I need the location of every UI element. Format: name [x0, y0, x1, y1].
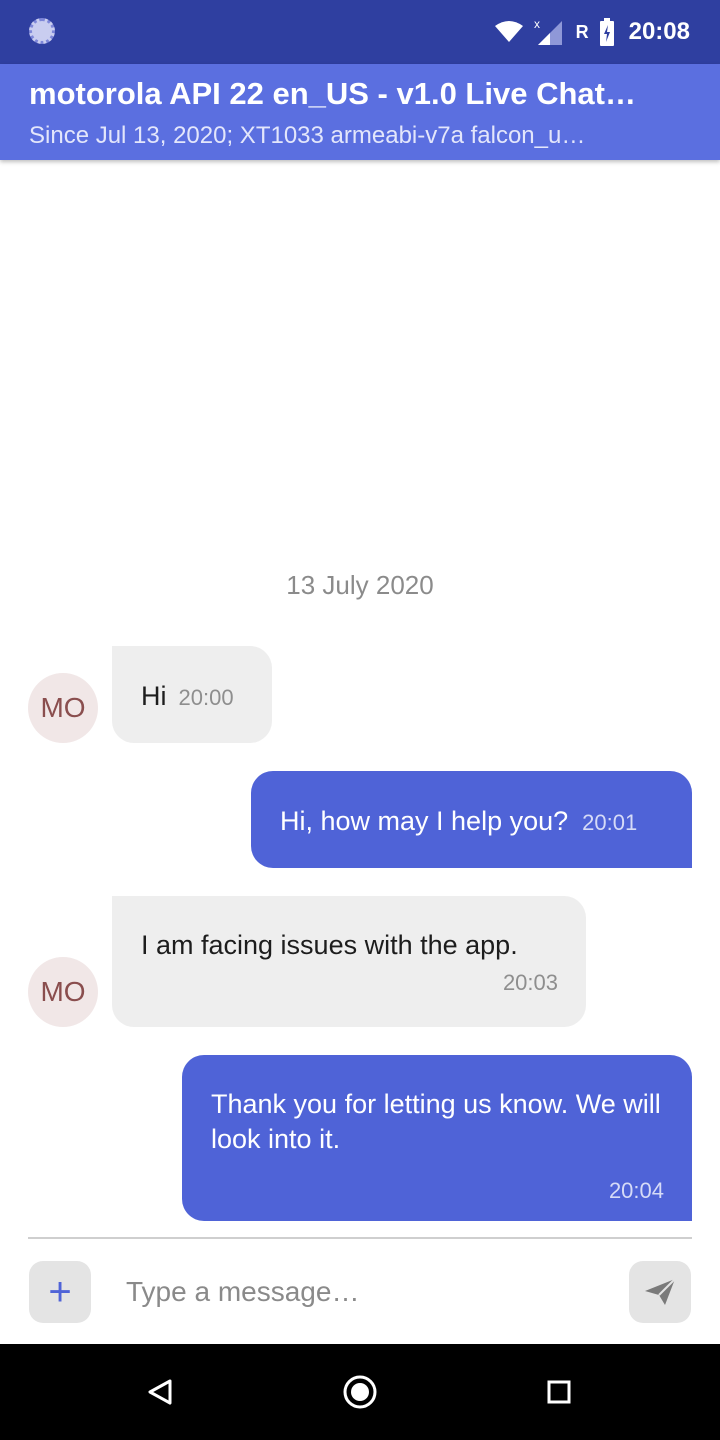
recent-apps-icon	[547, 1380, 571, 1404]
message-text: I am facing issues with the app.	[141, 930, 518, 960]
incoming-message[interactable]: Hi 20:00	[112, 646, 272, 743]
send-icon	[645, 1278, 676, 1305]
roaming-label: R	[575, 21, 589, 42]
message-input[interactable]	[126, 1268, 606, 1316]
message-text: Hi, how may I help you?	[280, 806, 569, 836]
message-time: 20:04	[608, 1178, 664, 1203]
plus-icon: +	[48, 1270, 72, 1314]
message-time: 20:03	[502, 970, 558, 995]
add-attachment-button[interactable]: +	[29, 1261, 91, 1323]
send-button[interactable]	[629, 1261, 691, 1323]
avatar[interactable]: MO	[28, 673, 98, 743]
outgoing-message[interactable]: Hi, how may I help you? 20:01	[251, 771, 692, 868]
incoming-message[interactable]: I am facing issues with the app. 20:03	[112, 896, 586, 1027]
message-time: 20:01	[582, 810, 638, 835]
back-icon	[148, 1379, 172, 1405]
system-nav-bar	[0, 1344, 720, 1440]
svg-text:x: x	[534, 17, 540, 31]
recent-apps-button[interactable]	[539, 1372, 579, 1412]
home-button[interactable]	[340, 1372, 380, 1412]
message-text: Hi	[141, 681, 167, 711]
wifi-icon	[494, 21, 523, 42]
sync-icon	[29, 18, 55, 44]
composer-divider	[28, 1237, 692, 1239]
battery-icon	[599, 18, 614, 46]
status-bar: x R 20:08	[0, 0, 720, 64]
back-button[interactable]	[140, 1372, 180, 1412]
message-time: 20:00	[178, 685, 234, 710]
message-text: Thank you for letting us know. We will l…	[211, 1089, 661, 1154]
app-bar: motorola API 22 en_US - v1.0 Live Chat… …	[0, 64, 720, 160]
status-icons: x R 20:08	[494, 0, 690, 64]
clock: 20:08	[628, 18, 690, 45]
page-subtitle: Since Jul 13, 2020; XT1033 armeabi-v7a f…	[29, 122, 586, 149]
date-separator: 13 July 2020	[286, 570, 434, 600]
avatar[interactable]: MO	[28, 957, 98, 1027]
signal-icon: x	[534, 17, 562, 45]
outgoing-message[interactable]: Thank you for letting us know. We will l…	[182, 1055, 692, 1221]
home-icon	[343, 1375, 377, 1409]
page-title: motorola API 22 en_US - v1.0 Live Chat…	[29, 76, 636, 111]
